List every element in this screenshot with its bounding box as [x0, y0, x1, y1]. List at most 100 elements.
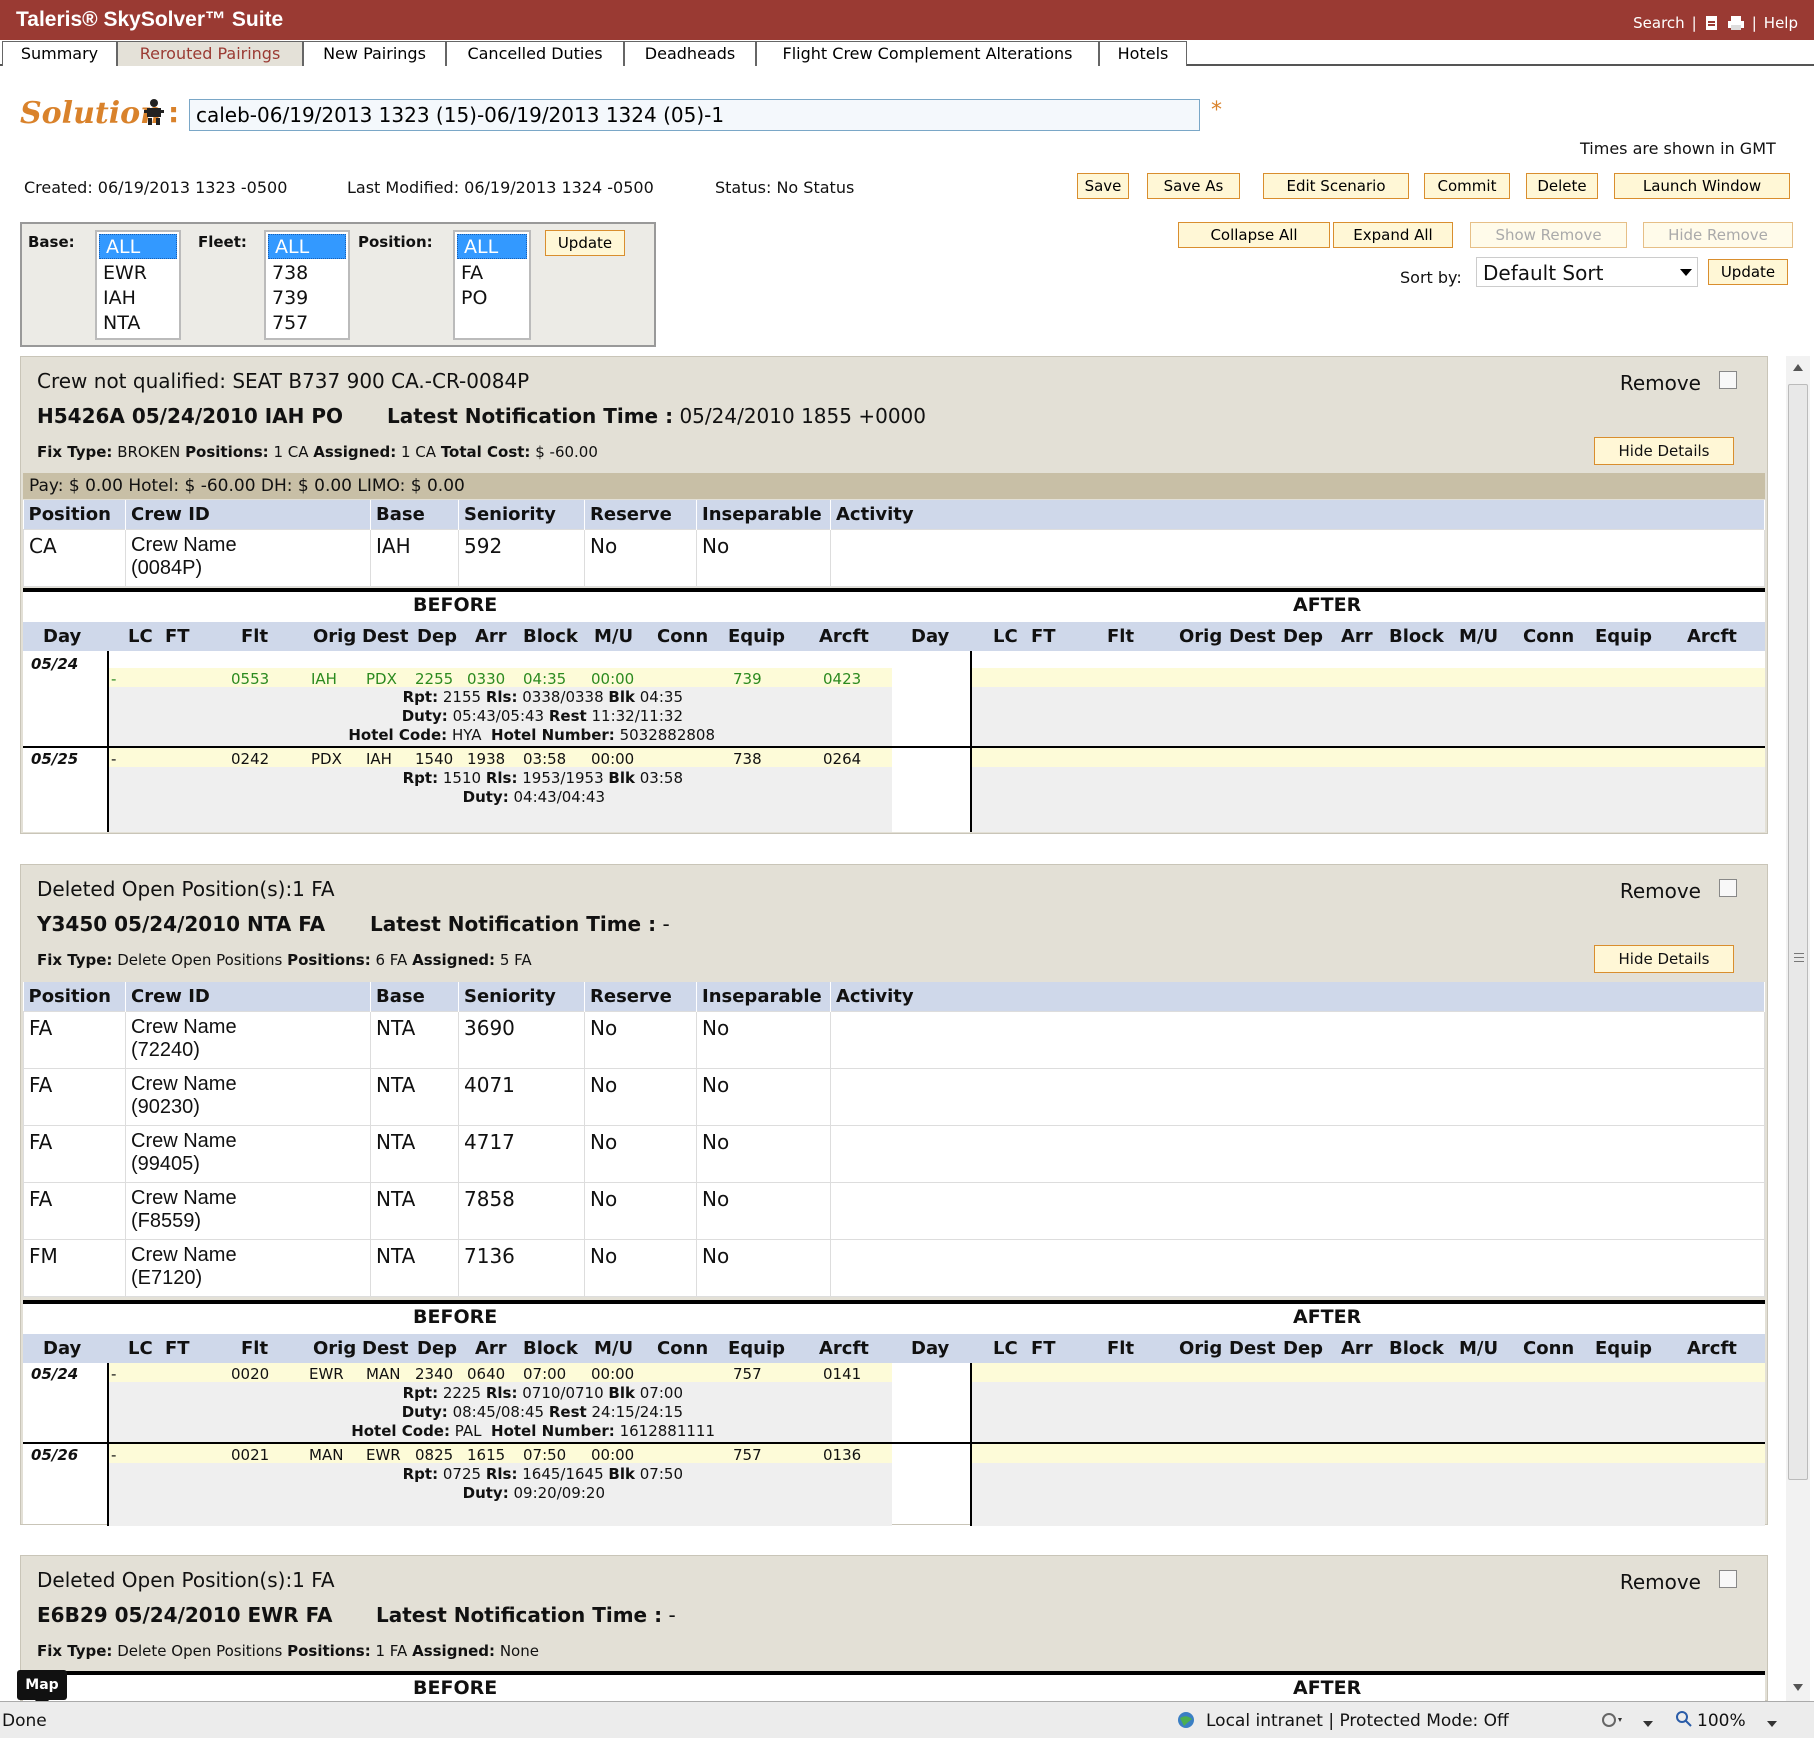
zoom-icon[interactable]: [1675, 1710, 1693, 1733]
hotel-code-key: Hotel Code:: [348, 726, 448, 744]
assigned-value: 5 FA: [499, 951, 532, 969]
save-as-button[interactable]: Save As: [1147, 173, 1240, 199]
table-row: FM Crew Name (E7120) NTA 7136 No No: [23, 1238, 1765, 1297]
col-header: Flt: [1107, 626, 1135, 647]
col-header: Seniority: [458, 500, 585, 529]
col-header: Arr: [475, 1338, 507, 1359]
crew-id: Crew Name (F8559): [125, 1181, 371, 1240]
scroll-thumb[interactable]: [1788, 384, 1808, 1480]
tab-crew-complement-alterations[interactable]: Flight Crew Complement Alterations: [756, 41, 1099, 66]
delete-button[interactable]: Delete: [1526, 173, 1598, 199]
solution-colon: :: [168, 96, 180, 129]
col-header: Flt: [241, 1338, 269, 1359]
edit-scenario-button[interactable]: Edit Scenario: [1263, 173, 1409, 199]
remove-checkbox[interactable]: [1719, 371, 1737, 389]
crew-inseparable: No: [696, 1067, 831, 1126]
export-icon[interactable]: [1704, 15, 1720, 31]
base-label: Base:: [28, 233, 75, 251]
fleet-label: Fleet:: [198, 233, 247, 251]
position-list[interactable]: ALL FA PO: [453, 230, 531, 340]
block-cell: 03:58: [523, 750, 567, 768]
hide-details-button[interactable]: Hide Details: [1594, 437, 1734, 465]
fleet-list[interactable]: ALL 738 739 757: [264, 230, 350, 340]
hotel-details: Hotel Code: HYA Hotel Number: 5032882808: [348, 726, 715, 744]
assigned-key: Assigned:: [412, 1642, 496, 1660]
blk-value: 07:50: [639, 1465, 683, 1483]
tab-summary[interactable]: Summary: [2, 41, 117, 66]
list-item[interactable]: EWR: [97, 261, 179, 286]
launch-window-button[interactable]: Launch Window: [1614, 173, 1790, 199]
col-header: Day: [911, 1338, 950, 1359]
sort-update-button[interactable]: Update: [1708, 259, 1788, 285]
show-remove-button[interactable]: Show Remove: [1470, 222, 1627, 248]
dep-cell: 2340: [415, 1365, 454, 1383]
chevron-down-icon[interactable]: [1766, 1714, 1778, 1734]
filter-update-button[interactable]: Update: [545, 230, 625, 256]
scroll-up-icon[interactable]: [1793, 364, 1803, 371]
list-item[interactable]: ALL: [457, 234, 527, 259]
tab-cancelled-duties[interactable]: Cancelled Duties: [446, 41, 624, 66]
solution-name-input[interactable]: [189, 99, 1200, 131]
tab-new-pairings[interactable]: New Pairings: [303, 41, 446, 66]
hide-details-button[interactable]: Hide Details: [1594, 945, 1734, 973]
crew-seniority: 592: [458, 528, 585, 587]
col-header: M/U: [594, 1338, 634, 1359]
chevron-down-icon[interactable]: [1680, 269, 1692, 276]
assigned-value: None: [499, 1642, 539, 1660]
hide-remove-button[interactable]: Hide Remove: [1643, 222, 1793, 248]
blk-value: 03:58: [639, 769, 683, 787]
chevron-down-icon[interactable]: [1642, 1714, 1654, 1734]
save-button[interactable]: Save: [1077, 173, 1129, 199]
day-column-divider: [107, 651, 109, 832]
list-item[interactable]: 757: [266, 311, 348, 336]
assigned-key: Assigned:: [313, 443, 397, 461]
list-item[interactable]: ALL: [268, 234, 346, 259]
scrollbar[interactable]: [1786, 356, 1810, 1701]
scroll-down-icon[interactable]: [1793, 1684, 1803, 1691]
commit-button[interactable]: Commit: [1424, 173, 1510, 199]
search-link[interactable]: Search: [1633, 14, 1685, 32]
col-header: Day: [43, 1338, 82, 1359]
dep-cell: 1540: [415, 750, 454, 768]
remove-checkbox[interactable]: [1719, 1570, 1737, 1588]
lnt-label: Latest Notification Time :: [387, 404, 674, 428]
crew-base: NTA: [370, 1067, 459, 1126]
row-highlight: [971, 1444, 1765, 1463]
print-icon[interactable]: [1727, 15, 1745, 31]
hotel-number-key: Hotel Number:: [491, 726, 615, 744]
col-header: Arr: [1341, 626, 1373, 647]
col-header: Dest: [1229, 626, 1276, 647]
positions-key: Positions:: [287, 951, 371, 969]
sort-select[interactable]: Default Sort: [1476, 257, 1698, 287]
settings-icon[interactable]: [1600, 1710, 1626, 1735]
col-header: Crew ID: [125, 982, 371, 1011]
tab-deadheads[interactable]: Deadheads: [624, 41, 756, 66]
list-item[interactable]: PO: [455, 286, 529, 311]
help-link[interactable]: Help: [1764, 14, 1798, 32]
collapse-all-button[interactable]: Collapse All: [1178, 222, 1330, 248]
duty-details: Duty: 04:43/04:43: [463, 788, 605, 806]
hotel-details: Hotel Code: PAL Hotel Number: 1612881111: [351, 1422, 715, 1440]
dep-cell: 0825: [415, 1446, 454, 1464]
list-item[interactable]: FA: [455, 261, 529, 286]
remove-checkbox[interactable]: [1719, 879, 1737, 897]
base-list[interactable]: ALL EWR IAH NTA: [95, 230, 181, 340]
list-item[interactable]: IAH: [97, 286, 179, 311]
rpt-key: Rpt:: [402, 1465, 439, 1483]
col-header: Dest: [362, 1338, 409, 1359]
list-item[interactable]: 738: [266, 261, 348, 286]
fix-type-value: BROKEN: [117, 443, 181, 461]
dep-cell: 2255: [415, 670, 454, 688]
security-zone: Local intranet | Protected Mode: Off: [1206, 1711, 1509, 1731]
list-item[interactable]: 739: [266, 286, 348, 311]
list-item[interactable]: NTA: [97, 311, 179, 336]
blk-key: Blk: [608, 1384, 635, 1402]
rpt-key: Rpt:: [402, 688, 439, 706]
tab-hotels[interactable]: Hotels: [1099, 41, 1187, 66]
zoom-level[interactable]: 100%: [1697, 1711, 1746, 1731]
latest-notification: Latest Notification Time : -: [376, 1603, 676, 1627]
map-badge[interactable]: Map: [17, 1670, 67, 1708]
list-item[interactable]: ALL: [99, 234, 177, 259]
expand-all-button[interactable]: Expand All: [1333, 222, 1453, 248]
tab-rerouted-pairings[interactable]: Rerouted Pairings: [117, 41, 303, 66]
